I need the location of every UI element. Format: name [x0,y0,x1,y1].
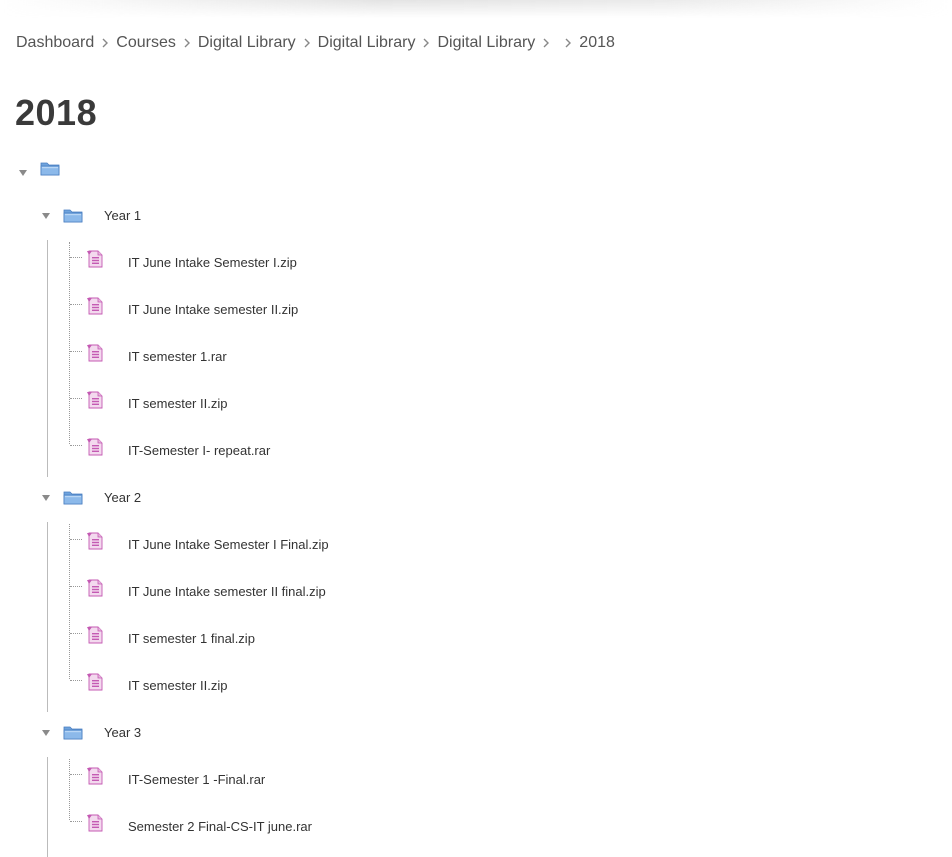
archive-file-icon[interactable] [86,250,104,268]
file-link[interactable]: IT June Intake Semester I Final.zip [128,537,329,552]
breadcrumb-separator-icon [299,38,315,48]
breadcrumb-digital-library-3[interactable]: Digital Library [437,34,535,52]
tree-connector [70,633,82,634]
expand-toggle-icon[interactable] [41,211,51,221]
tree-connector [70,680,82,681]
file-link[interactable]: IT semester II.zip [128,678,227,693]
tree-connector [70,257,82,258]
tree-connector [69,524,70,679]
file-link[interactable]: Semester 2 Final-CS-IT june.rar [128,819,312,834]
tree-connector [70,821,82,822]
file-link[interactable]: IT June Intake semester II final.zip [128,584,326,599]
tree-connector [70,774,82,775]
folder-icon [63,724,83,740]
tree-connector [69,759,70,820]
archive-file-icon[interactable] [86,673,104,691]
tree-connector [70,398,82,399]
file-link[interactable]: IT semester 1 final.zip [128,631,255,646]
archive-file-icon[interactable] [86,438,104,456]
folder-icon [63,207,83,223]
folder-label-year-2[interactable]: Year 2 [104,490,141,505]
breadcrumb-digital-library-2[interactable]: Digital Library [318,34,416,52]
expand-toggle-icon[interactable] [41,493,51,503]
archive-file-icon[interactable] [86,579,104,597]
tree-guide-line [47,757,48,857]
folder-label-year-1[interactable]: Year 1 [104,208,141,223]
archive-file-icon[interactable] [86,297,104,315]
file-link[interactable]: IT semester 1.rar [128,349,227,364]
file-link[interactable]: IT June Intake semester II.zip [128,302,298,317]
file-link[interactable]: IT-Semester 1 -Final.rar [128,772,265,787]
tree-connector [70,351,82,352]
tree-connector [70,586,82,587]
archive-file-icon[interactable] [86,344,104,362]
expand-toggle-icon[interactable] [41,728,51,738]
tree-connector [70,445,82,446]
folder-label-year-3[interactable]: Year 3 [104,725,141,740]
expand-toggle-icon[interactable] [18,168,28,178]
tree-connector [70,304,82,305]
breadcrumb-current: 2018 [579,34,615,51]
breadcrumb-digital-library-1[interactable]: Digital Library [198,34,296,52]
tree-guide-line [47,522,48,712]
file-link[interactable]: IT-Semester I- repeat.rar [128,443,270,458]
file-link[interactable]: IT semester II.zip [128,396,227,411]
breadcrumb-dashboard[interactable]: Dashboard [16,34,94,52]
tree-guide-line [47,240,48,477]
tree-connector [70,539,82,540]
folder-icon [63,489,83,505]
archive-file-icon[interactable] [86,391,104,409]
breadcrumb-separator-icon [418,38,434,48]
breadcrumb-courses[interactable]: Courses [116,34,176,52]
file-link[interactable]: IT June Intake Semester I.zip [128,255,297,270]
header-shadow [0,0,952,18]
page-title: 2018 [15,92,98,133]
tree-connector [69,242,70,444]
folder-icon [40,160,60,176]
archive-file-icon[interactable] [86,532,104,550]
archive-file-icon[interactable] [86,767,104,785]
breadcrumb-separator-icon [538,38,554,48]
archive-file-icon[interactable] [86,626,104,644]
breadcrumb-separator-icon [560,38,576,48]
archive-file-icon[interactable] [86,814,104,832]
breadcrumb: Dashboard Courses Digital Library Digita… [16,32,615,54]
breadcrumb-separator-icon [179,38,195,48]
breadcrumb-separator-icon [97,38,113,48]
